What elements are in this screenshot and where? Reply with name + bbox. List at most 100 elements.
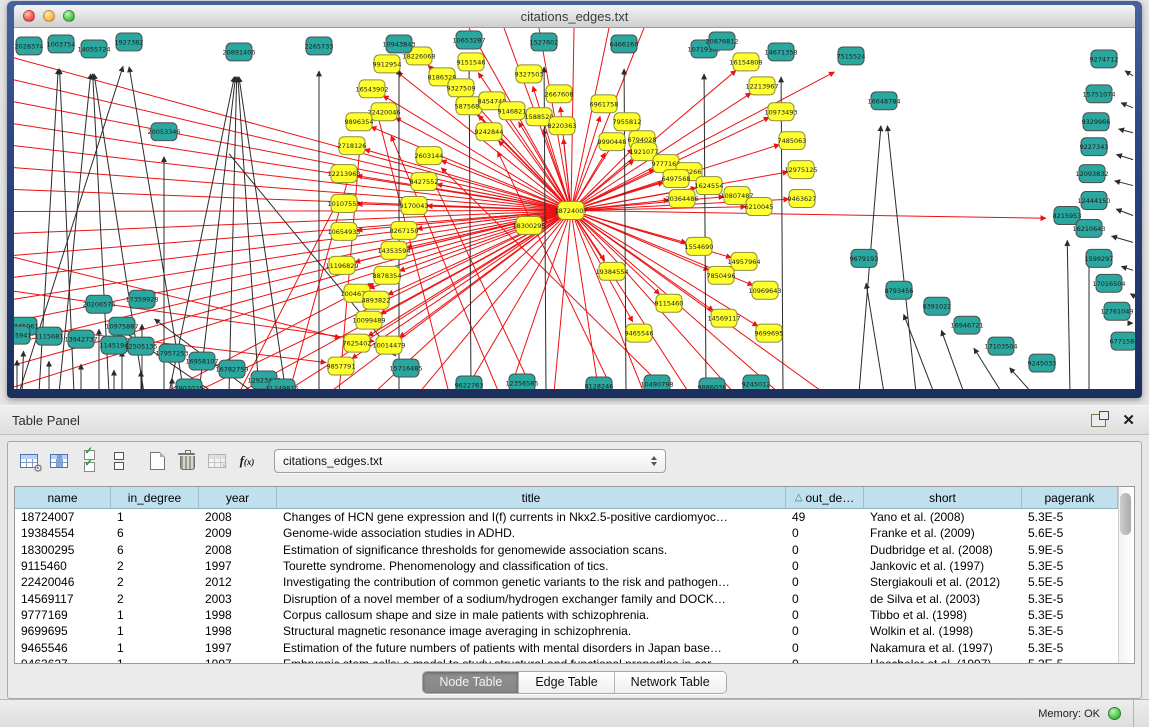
table-row[interactable]: 2242004622012Investigating the contribut… (15, 574, 1118, 590)
table-row[interactable]: 946362711997Embryonic stem cells: a mode… (15, 656, 1118, 663)
create-column-button[interactable] (142, 447, 172, 475)
graph-node-label: 10014479 (372, 342, 405, 350)
graph-node-label: 10943843 (382, 40, 415, 48)
table-toolbar: ⚙ ✕ f(x) citations_ (8, 442, 1141, 480)
table-cell-out_degree: 0 (786, 575, 864, 589)
sort-ascending-icon: △ (795, 492, 803, 503)
graph-edge (1010, 368, 1032, 389)
table-cell-title: Disruption of a novel member of a sodium… (277, 592, 786, 606)
graph-node-label: 9146821 (498, 107, 527, 115)
graph-node-label: 15751074 (1082, 90, 1115, 98)
graph-node-label: 9227343 (1080, 143, 1109, 151)
graph-node-label: 9245012 (742, 381, 771, 389)
status-bar: Memory: OK (0, 699, 1149, 727)
zoom-window-button[interactable] (63, 10, 75, 22)
graph-node-label: 8391022 (923, 303, 952, 311)
graph-edge (1116, 209, 1133, 215)
column-header-year[interactable]: year (199, 487, 277, 508)
show-columns-button[interactable] (44, 447, 74, 475)
graph-node-label: 6497568 (662, 175, 691, 183)
table-cell-out_degree: 0 (786, 592, 864, 606)
table-panel-title: Table Panel (12, 413, 80, 428)
memory-ok-indicator[interactable] (1108, 707, 1121, 720)
table-row[interactable]: 969969511998Structural magnetic resonanc… (15, 623, 1118, 639)
table-row[interactable]: 946554611997Estimation of the future num… (15, 639, 1118, 655)
function-builder-button[interactable]: f(x) (232, 447, 262, 475)
column-header-in_degree[interactable]: in_degree (111, 487, 199, 508)
graph-node-label: 8128246 (585, 383, 614, 389)
graph-node-label: 10490798 (640, 381, 673, 389)
table-row[interactable]: 1830029562008Estimation of significance … (15, 542, 1118, 558)
graph-node-label: 9327509 (447, 84, 476, 92)
table-row[interactable]: 1938455462009Genome-wide association stu… (15, 525, 1118, 541)
graph-node-label: 12444150 (1077, 197, 1110, 205)
select-rows-button[interactable] (74, 447, 104, 475)
graph-node-label: 9327503 (515, 70, 544, 78)
table-cell-short: Wolkin et al. (1998) (864, 624, 1022, 638)
table-cell-in_degree: 1 (111, 608, 199, 622)
column-header-out_degree[interactable]: △out_de… (786, 487, 864, 508)
table-row[interactable]: 911546021997Tourette syndrome. Phenomeno… (15, 558, 1118, 574)
column-header-title[interactable]: title (277, 487, 786, 508)
vertical-scrollbar[interactable] (1118, 487, 1134, 663)
graph-node-label: 9115460 (655, 300, 684, 308)
delete-table-button[interactable]: ✕ (202, 447, 232, 475)
close-panel-icon[interactable]: ✕ (1122, 411, 1135, 429)
graph-edge (704, 74, 706, 389)
table-cell-out_degree: 0 (786, 526, 864, 540)
graph-node-label: 16210643 (1072, 225, 1105, 233)
table-cell-title: Investigating the contribution of common… (277, 575, 786, 589)
statusbar-divider (1133, 700, 1134, 727)
graph-node-label: 8878354 (373, 272, 402, 280)
graph-edge (22, 351, 24, 389)
tab-edge-table[interactable]: Edge Table (519, 672, 614, 693)
graph-node-label: 10969643 (748, 287, 781, 295)
tab-node-table[interactable]: Node Table (423, 672, 519, 693)
graph-edge-selected (571, 210, 734, 389)
graph-edge-selected (14, 210, 571, 299)
graph-node-label: 12356585 (505, 380, 538, 388)
graph-node-label: 1927382 (115, 38, 144, 46)
tab-network-table[interactable]: Network Table (615, 672, 726, 693)
network-canvas[interactable]: 9912954182260681654390281863289327509915… (14, 28, 1135, 389)
table-row[interactable]: 1456911722003Disruption of a novel membe… (15, 590, 1118, 606)
close-window-button[interactable] (23, 10, 35, 22)
column-header-label: year (226, 491, 249, 505)
table-selector-dropdown[interactable]: citations_edges.txt (274, 449, 666, 473)
graph-node-label: 20206576 (82, 301, 115, 309)
delete-column-button[interactable] (172, 447, 202, 475)
graph-node-label: 9990448 (598, 138, 627, 146)
graph-node-label: 9242844 (475, 128, 504, 136)
column-header-pagerank[interactable]: pagerank (1022, 487, 1118, 508)
column-header-label: short (929, 491, 956, 505)
graph-node-label: 9463627 (788, 195, 817, 203)
minimize-window-button[interactable] (43, 10, 55, 22)
column-header-label: pagerank (1044, 491, 1094, 505)
graph-node-label: 20876812 (705, 37, 738, 45)
table-row[interactable]: 977716911998Corpus callosum shape and si… (15, 607, 1118, 623)
table-cell-name: 22420046 (15, 575, 111, 589)
column-header-name[interactable]: name (15, 487, 111, 508)
checkbox-list-icon (84, 450, 95, 472)
graph-node-label: 2667608 (545, 90, 574, 98)
table-cell-year: 1997 (199, 641, 277, 655)
graph-edge (1121, 103, 1133, 108)
graph-node-label: 8793456 (885, 287, 914, 295)
column-header-short[interactable]: short (864, 487, 1022, 508)
table-settings-button[interactable]: ⚙ (14, 447, 44, 475)
table-cell-out_degree: 49 (786, 510, 864, 524)
table-cell-year: 1997 (199, 559, 277, 573)
network-window-titlebar[interactable]: citations_edges.txt (14, 5, 1135, 28)
table-cell-title: Estimation of significance thresholds fo… (277, 543, 786, 557)
graph-node-label: 14957964 (727, 258, 760, 266)
column-header-label: out_de… (806, 491, 855, 505)
scrollbar-thumb[interactable] (1120, 493, 1131, 535)
table-cell-in_degree: 1 (111, 510, 199, 524)
table-tabbar: Node Table Edge Table Network Table (8, 670, 1141, 694)
graph-node-label: 7955812 (613, 118, 642, 126)
row-layout-button[interactable] (104, 447, 134, 475)
table-cell-short: Yano et al. (2008) (864, 510, 1022, 524)
table-row[interactable]: 1872400712008Changes of HCN gene express… (15, 509, 1118, 525)
table-cell-short: de Silva et al. (2003) (864, 592, 1022, 606)
float-panel-icon[interactable] (1091, 414, 1106, 427)
